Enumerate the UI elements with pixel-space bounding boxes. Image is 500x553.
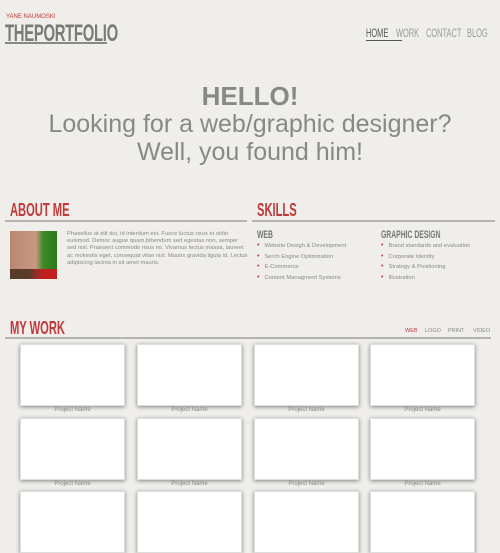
nav-blog[interactable]: BLOG	[467, 26, 500, 40]
project-thumbnail[interactable]	[20, 418, 125, 480]
project-thumbnail[interactable]	[20, 344, 125, 406]
list-item: Corporate Identity	[381, 252, 470, 263]
list-item: Strategy & Positioning	[381, 262, 470, 273]
project-name[interactable]: Project Name	[20, 407, 125, 413]
project-thumbnail[interactable]	[137, 344, 242, 406]
skills-title-text: SKILLS	[257, 200, 297, 220]
list-item: Content Managment Systems	[257, 273, 346, 284]
project-name[interactable]: Project Name	[254, 407, 359, 413]
project-name[interactable]: Project Name	[137, 407, 242, 413]
heading-text: GRAPHIC DESIGN	[381, 229, 441, 241]
project-name[interactable]: Project Name	[137, 481, 242, 487]
hero-line-1: Looking for a web/graphic designer?	[48, 110, 452, 138]
hero-title: HELLO!	[201, 81, 299, 111]
project-thumbnail[interactable]	[254, 418, 359, 480]
nav-label: BLOG	[467, 26, 488, 40]
web-skills-heading: WEB	[257, 229, 283, 241]
project-name[interactable]: Project Name	[254, 481, 359, 487]
web-skills-list: Website Desigh & Development Serch Engin…	[257, 241, 346, 283]
project-thumbnail[interactable]	[254, 344, 359, 406]
filter-web[interactable]: WEB	[405, 328, 418, 334]
list-item: Brand standards and evaluation	[381, 241, 470, 252]
project-name[interactable]: Project Name	[370, 407, 475, 413]
divider	[5, 220, 247, 222]
list-item: E-Commerce	[257, 262, 346, 273]
list-item: Illustration	[381, 273, 470, 284]
about-text: Phasellus at elit dui, id interdum est. …	[67, 231, 248, 266]
heading-text: WEB	[257, 229, 273, 241]
nav-label: WORK	[396, 26, 420, 40]
nav-label: CONTACT	[426, 26, 462, 40]
about-title-text: ABOUT ME	[10, 200, 70, 220]
skills-title: SKILLS	[257, 200, 321, 221]
graphic-skills-heading: GRAPHIC DESIGN	[381, 229, 477, 241]
project-thumbnail[interactable]	[137, 418, 242, 480]
project-name[interactable]: Project Name	[370, 481, 475, 487]
project-thumbnail[interactable]	[254, 491, 359, 553]
list-item: Website Desigh & Development	[257, 241, 346, 252]
project-thumbnail[interactable]	[137, 491, 242, 553]
project-thumbnail[interactable]	[370, 418, 475, 480]
logo-underline	[5, 42, 107, 44]
project-thumbnail[interactable]	[20, 491, 125, 553]
list-item: Serch Engine Optimization	[257, 252, 346, 263]
work-title-text: MY WORK	[10, 318, 65, 338]
filter-logo[interactable]: LOGO	[425, 328, 441, 334]
work-title: MY WORK	[10, 318, 99, 339]
divider	[252, 220, 495, 222]
divider	[5, 337, 491, 339]
project-name[interactable]: Project Name	[20, 481, 125, 487]
project-thumbnail[interactable]	[370, 491, 475, 553]
avatar	[10, 231, 57, 279]
filter-video[interactable]: VIDEO	[473, 328, 490, 334]
project-thumbnail[interactable]	[370, 344, 475, 406]
about-title: ABOUT ME	[10, 200, 106, 221]
nav-label: HOME	[366, 26, 389, 40]
filter-print[interactable]: PRINT	[448, 328, 465, 334]
graphic-skills-list: Brand standards and evaluation Corporate…	[381, 241, 470, 283]
hero-line-2: Well, you found him!	[136, 138, 364, 166]
hero: HELLO! Looking for a web/graphic designe…	[0, 82, 500, 166]
